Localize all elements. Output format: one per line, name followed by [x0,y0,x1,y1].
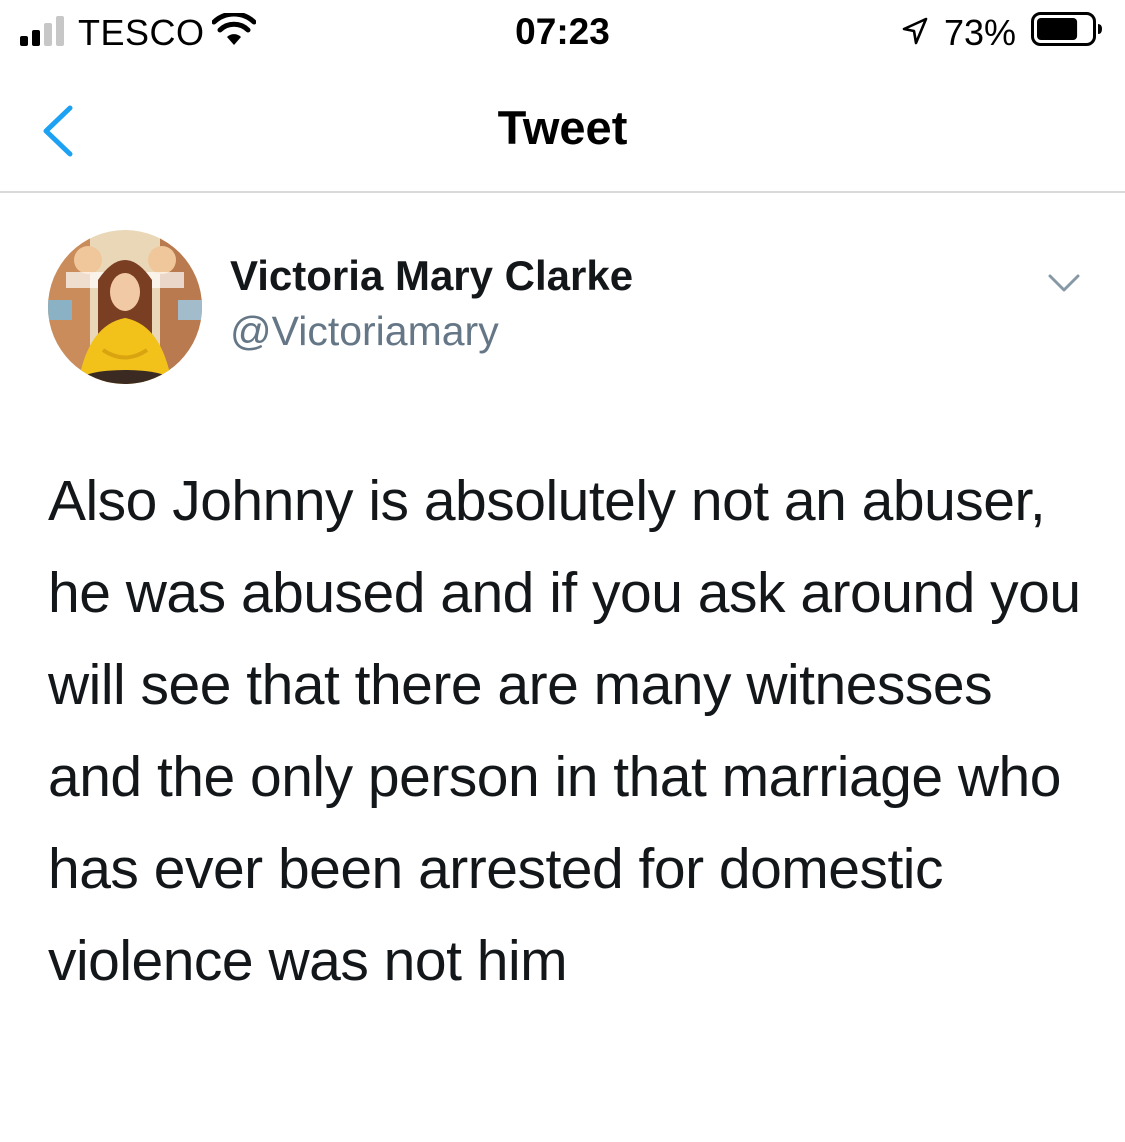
status-bar: TESCO 07:23 73% [0,0,1125,64]
location-arrow-icon [902,17,928,45]
avatar[interactable] [48,230,202,384]
navigation-bar: Tweet [0,64,1125,193]
author-handle[interactable]: @Victoriamary [230,308,499,355]
author-name[interactable]: Victoria Mary Clarke [230,252,633,300]
tweet-detail-screen: TESCO 07:23 73% Tweet Victoria Mary Clar… [0,0,1125,1142]
battery-percent: 73% [944,12,1017,53]
chevron-down-icon[interactable] [1044,268,1084,298]
page-title: Tweet [497,101,628,154]
battery-icon [1031,12,1102,46]
tweet-text: Also Johnny is absolutely not an abuser,… [48,469,1081,993]
avatar-image [48,230,202,384]
